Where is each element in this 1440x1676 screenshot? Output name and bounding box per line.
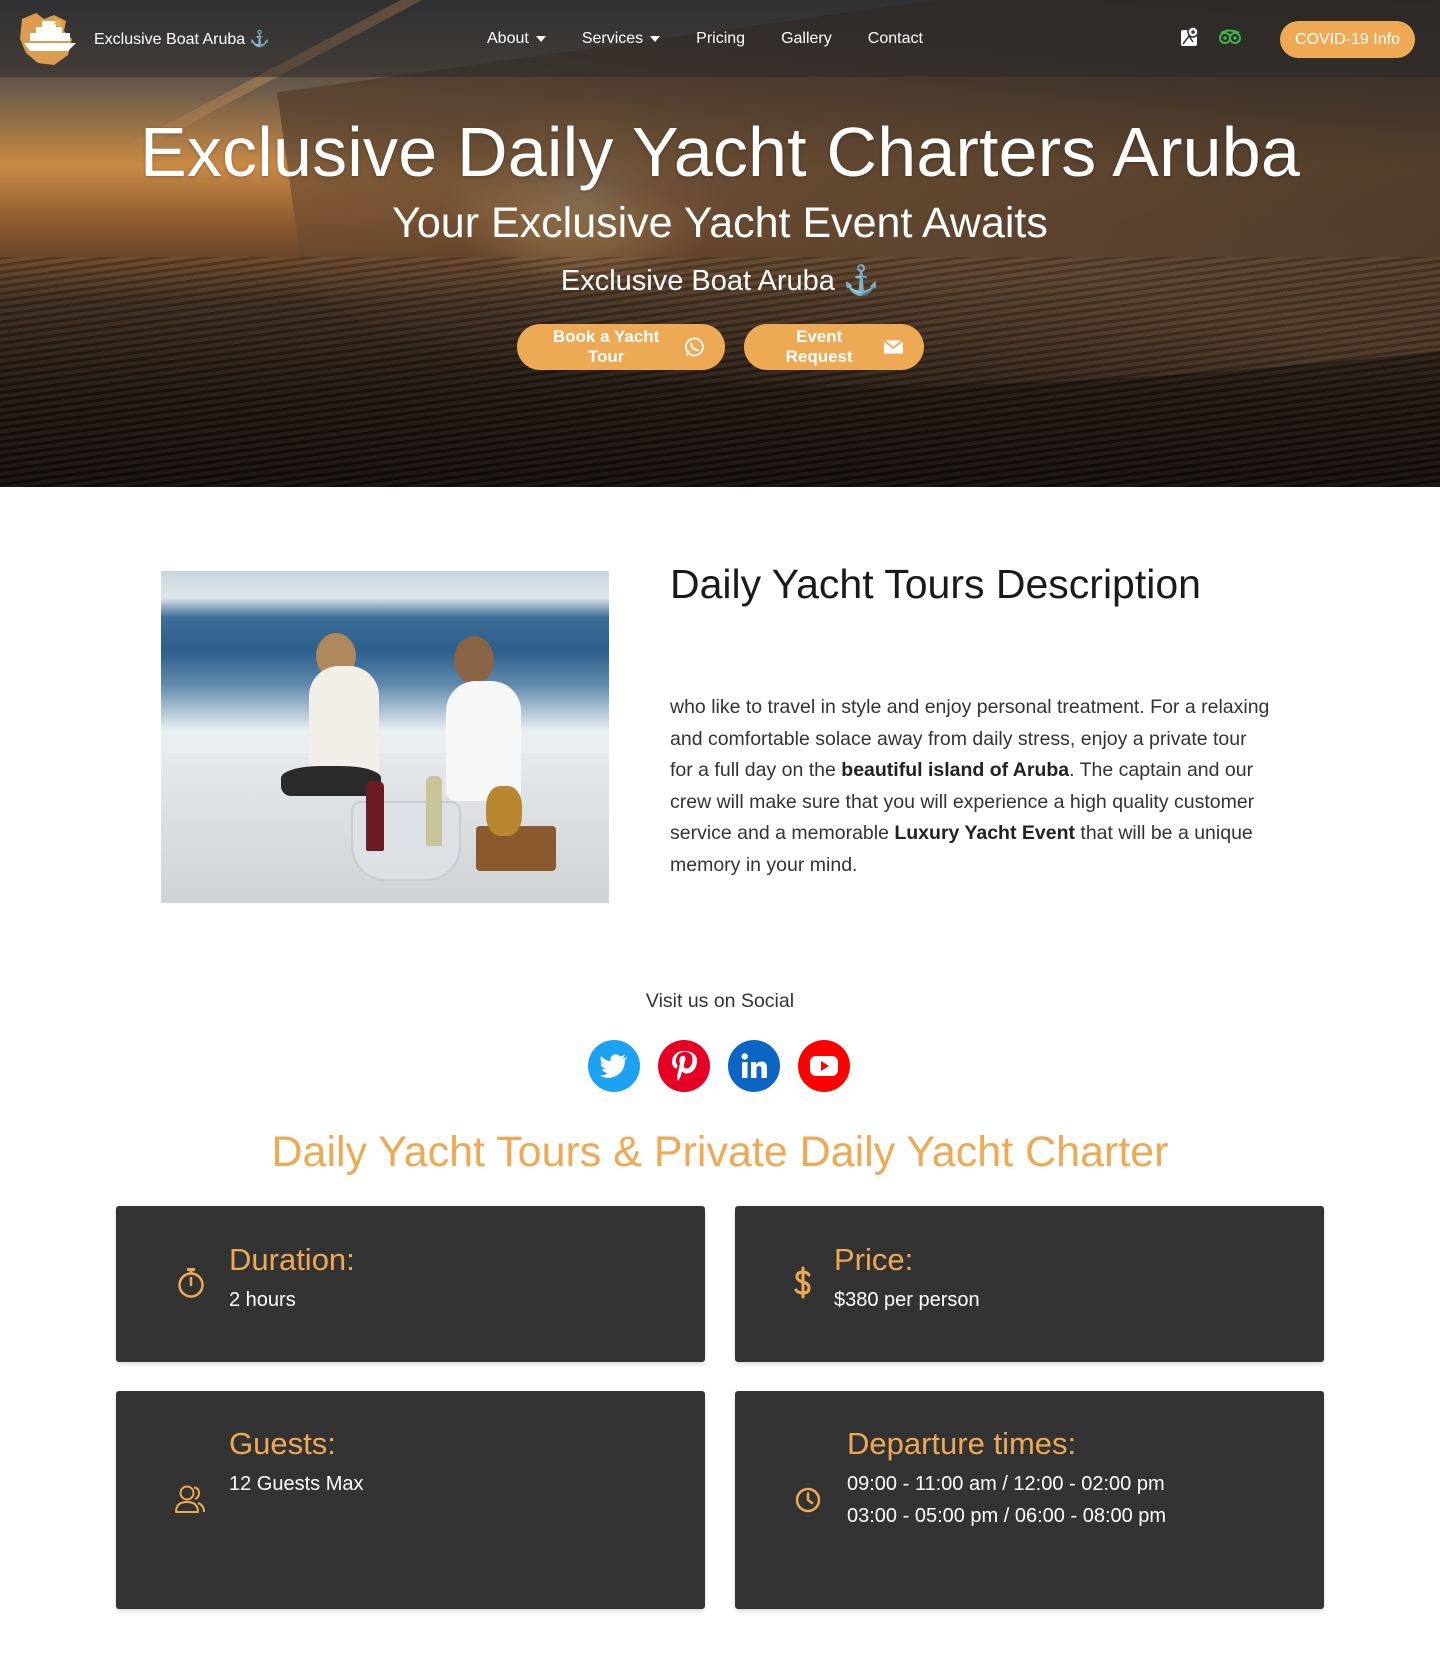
price-title: Price:: [834, 1242, 914, 1277]
social-icons: [588, 1040, 850, 1092]
hero-buttons: Book a Yacht Tour Event Request: [0, 323, 1440, 370]
nav-contact[interactable]: Contact: [868, 30, 923, 48]
duration-card: Duration: 2 hours: [116, 1206, 705, 1362]
pinterest-icon[interactable]: [658, 1040, 710, 1092]
users-icon: [175, 1485, 205, 1513]
departure-line-1: 09:00 - 11:00 am / 12:00 - 02:00 pm: [847, 1473, 1165, 1495]
nav-services-label: Services: [581, 29, 644, 47]
tours-section-title: Daily Yacht Tours & Private Daily Yacht …: [271, 1128, 1169, 1176]
linkedin-icon[interactable]: [728, 1040, 780, 1092]
pineapple: [486, 786, 522, 836]
hero-section: Exclusive Boat Aruba ⚓ About Services Pr…: [0, 0, 1440, 487]
book-yacht-tour-button[interactable]: Book a Yacht Tour: [516, 323, 725, 370]
nav-gallery[interactable]: Gallery: [781, 30, 832, 48]
yacht-couple-photo: [161, 571, 609, 903]
map-pin-icon[interactable]: [1180, 26, 1200, 48]
nav-about-label: About: [487, 29, 529, 47]
tripadvisor-icon[interactable]: [1218, 29, 1242, 45]
brand[interactable]: Exclusive Boat Aruba ⚓: [14, 9, 270, 69]
nav-pricing[interactable]: Pricing: [696, 30, 745, 48]
brand-name[interactable]: Exclusive Boat Aruba ⚓: [94, 29, 270, 49]
whatsapp-icon: [684, 337, 704, 356]
navbar: Exclusive Boat Aruba ⚓ About Services Pr…: [0, 0, 1440, 77]
envelope-icon: [883, 339, 904, 354]
duration-value: 2 hours: [229, 1289, 296, 1311]
desc-bold-1: beautiful island of Aruba: [841, 759, 1070, 781]
dollar-icon: [794, 1266, 811, 1299]
event-request-label: Event Request: [785, 326, 853, 366]
nav-about[interactable]: About: [487, 30, 546, 48]
description-title: Daily Yacht Tours Description: [670, 561, 1201, 607]
chevron-down-icon: [650, 35, 661, 42]
guests-card: Guests: 12 Guests Max: [116, 1391, 705, 1609]
hero-brand: Exclusive Boat Aruba ⚓: [560, 264, 880, 297]
covid-info-button[interactable]: COVID-19 Info: [1280, 21, 1415, 58]
wine-bottle: [366, 781, 384, 851]
book-yacht-tour-label: Book a Yacht Tour: [552, 326, 660, 366]
hero-title: Exclusive Daily Yacht Charters Aruba: [139, 113, 1301, 191]
description-text: who like to travel in style and enjoy pe…: [670, 692, 1270, 881]
man-head: [454, 636, 494, 684]
desc-bold-2: Luxury Yacht Event: [894, 822, 1075, 844]
man-figure: [446, 681, 521, 801]
duration-title: Duration:: [229, 1242, 355, 1277]
guests-value: 12 Guests Max: [229, 1473, 364, 1495]
nav-pricing-label: Pricing: [696, 29, 746, 47]
nav-services[interactable]: Services: [581, 29, 661, 48]
nav-contact-label: Contact: [867, 29, 923, 47]
chevron-down-icon: [535, 35, 546, 42]
departure-title: Departure times:: [847, 1426, 1077, 1461]
description-section: Daily Yacht Tours Description who like t…: [161, 561, 1291, 904]
social-label: Visit us on Social: [645, 990, 795, 1012]
departure-line-2: 03:00 - 05:00 pm / 06:00 - 08:00 pm: [847, 1505, 1167, 1527]
hero-content: Exclusive Daily Yacht Charters Aruba You…: [0, 110, 1440, 370]
event-request-button[interactable]: Event Request: [743, 323, 924, 370]
clock-icon: [795, 1487, 821, 1513]
twitter-icon[interactable]: [588, 1040, 640, 1092]
price-card: Price: $380 per person: [735, 1206, 1324, 1362]
champagne-bottle: [426, 776, 442, 846]
nav-gallery-label: Gallery: [781, 29, 832, 47]
nav-icons: [1180, 26, 1242, 48]
departure-card: Departure times: 09:00 - 11:00 am / 12:0…: [735, 1391, 1324, 1609]
price-value: $380 per person: [834, 1289, 980, 1311]
main-nav: About Services Pricing Gallery Contact: [487, 0, 923, 77]
hero-subtitle: Your Exclusive Yacht Event Awaits: [392, 199, 1048, 247]
logo-icon[interactable]: [14, 9, 84, 69]
youtube-icon[interactable]: [798, 1040, 850, 1092]
fruit-tray: [476, 826, 556, 871]
stopwatch-icon: [178, 1268, 204, 1298]
guests-title: Guests:: [229, 1426, 336, 1461]
